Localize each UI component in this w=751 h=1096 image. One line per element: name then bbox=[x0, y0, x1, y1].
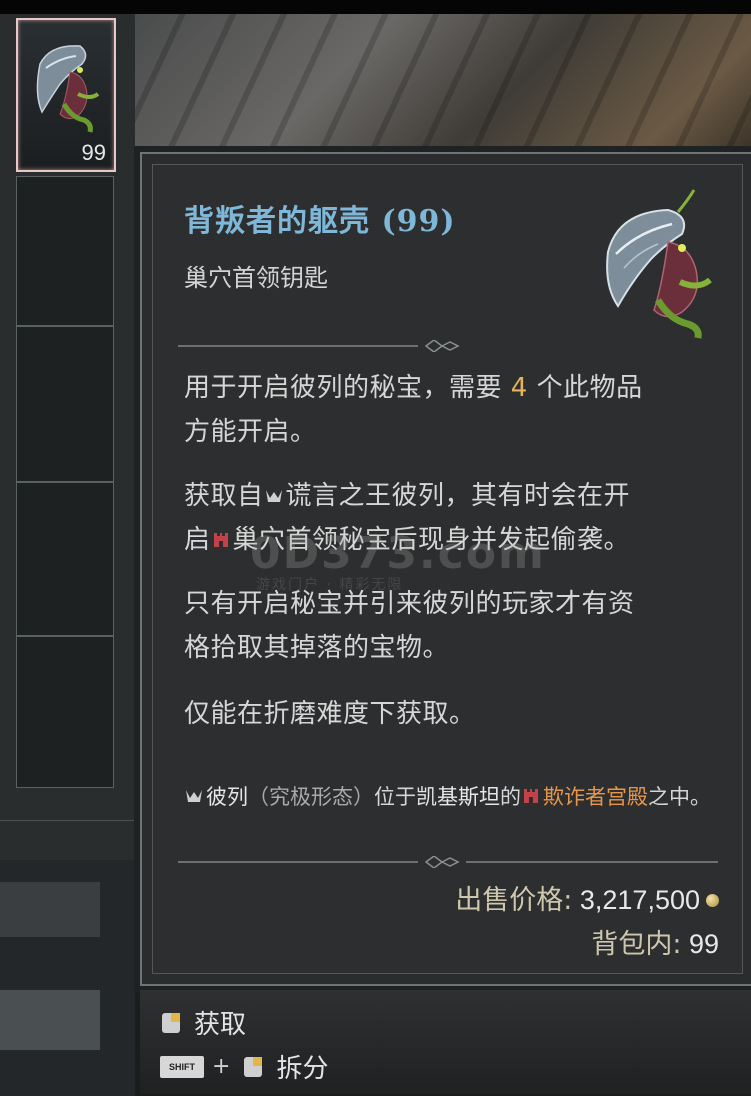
right-mouse-icon bbox=[162, 1012, 180, 1033]
item-title: 背叛者的躯壳 (99) bbox=[184, 204, 456, 239]
stronghold-icon bbox=[213, 533, 228, 547]
inventory-slot-selected[interactable]: 99 bbox=[16, 18, 116, 172]
equipment-slot[interactable] bbox=[0, 882, 100, 937]
desc-text: 方能开启。 bbox=[184, 417, 317, 447]
salvage-label: 拆分 bbox=[276, 1054, 329, 1084]
plus-sign: + bbox=[212, 1054, 231, 1079]
salvage-action[interactable]: SHIFT + 拆分 bbox=[160, 1048, 328, 1085]
background-scene bbox=[135, 14, 751, 154]
equipment-slot[interactable] bbox=[0, 990, 100, 1050]
shift-key-icon: SHIFT bbox=[160, 1055, 204, 1078]
inventory-divider bbox=[0, 820, 135, 821]
boss-icon bbox=[265, 490, 282, 502]
bag-count-value: 99 bbox=[688, 929, 719, 959]
desc-text: 格拾取其掉落的宝物。 bbox=[184, 633, 450, 663]
boss-icon bbox=[186, 790, 202, 802]
location-name: 欺诈者宫殿 bbox=[543, 785, 648, 809]
boss-name: 彼列 bbox=[206, 785, 248, 809]
description-usage: 用于开启彼列的秘宝，需要 4 个此物品 方能开启。 bbox=[184, 366, 724, 454]
desc-text: 获取自 bbox=[184, 481, 264, 511]
separator-bottom bbox=[178, 856, 718, 868]
desc-text: 后现身并发起偷袭。 bbox=[391, 525, 631, 555]
desc-text: 个此物品 bbox=[527, 373, 643, 403]
right-mouse-icon bbox=[244, 1056, 263, 1077]
boss-name-text: 谎言之王彼列 bbox=[285, 481, 445, 511]
boss-form: （究极形态） bbox=[248, 785, 374, 809]
desc-text: 启 bbox=[184, 525, 211, 555]
bag-count-label: 背包内: bbox=[591, 929, 682, 960]
obtain-label: 获取 bbox=[194, 1010, 247, 1040]
top-strip bbox=[0, 0, 751, 14]
item-type: 巢穴首领钥匙 bbox=[184, 264, 328, 292]
suffix-text: 之中。 bbox=[648, 785, 711, 809]
sell-price-value: 3,217,500 bbox=[579, 885, 700, 915]
sell-price-label: 出售价格: bbox=[455, 885, 573, 916]
betrayers-husk-large-icon bbox=[606, 189, 712, 339]
inventory-slot[interactable] bbox=[16, 326, 114, 482]
sell-price-row: 出售价格: 3,217,500 bbox=[455, 878, 719, 917]
gold-coin-icon bbox=[706, 894, 719, 907]
place-text: 巢穴首领秘宝 bbox=[232, 525, 392, 555]
description-difficulty: 仅能在折磨难度下获取。 bbox=[184, 692, 724, 736]
of-text: 的 bbox=[500, 785, 521, 809]
region-name: 凯基斯坦 bbox=[416, 785, 500, 809]
required-count: 4 bbox=[510, 373, 528, 403]
inventory-slot[interactable] bbox=[16, 176, 114, 326]
inventory-column: 99 bbox=[0, 14, 135, 1096]
boss-location-line: 彼列（究极形态）位于凯基斯坦的 欺诈者宫殿之中。 bbox=[184, 780, 724, 814]
betrayers-husk-item-icon bbox=[36, 45, 100, 133]
inventory-slot[interactable] bbox=[16, 482, 114, 636]
desc-text: 只有开启秘宝并引来彼列的玩家才有资 bbox=[184, 589, 635, 619]
separator-top bbox=[178, 340, 460, 352]
bag-count-row: 背包内: 99 bbox=[591, 922, 719, 961]
inventory-slot[interactable] bbox=[16, 636, 114, 788]
desc-text: ，其有时会在开 bbox=[444, 481, 631, 511]
stronghold-icon bbox=[524, 789, 538, 803]
description-source: 获取自 谎言之王彼列，其有时会在开 启巢穴首领秘宝后现身并发起偷袭。 bbox=[184, 474, 724, 562]
desc-text: 仅能在折磨难度下获取。 bbox=[184, 699, 476, 729]
description-loot-rule: 只有开启秘宝并引来彼列的玩家才有资 格拾取其掉落的宝物。 bbox=[184, 582, 724, 670]
obtain-action[interactable]: 获取 bbox=[160, 1004, 246, 1041]
inventory-lower-panel bbox=[0, 860, 135, 1096]
located-text: 位于 bbox=[374, 785, 416, 809]
item-stack-count: 99 bbox=[81, 140, 106, 165]
desc-text: 用于开启彼列的秘宝，需要 bbox=[184, 373, 511, 403]
